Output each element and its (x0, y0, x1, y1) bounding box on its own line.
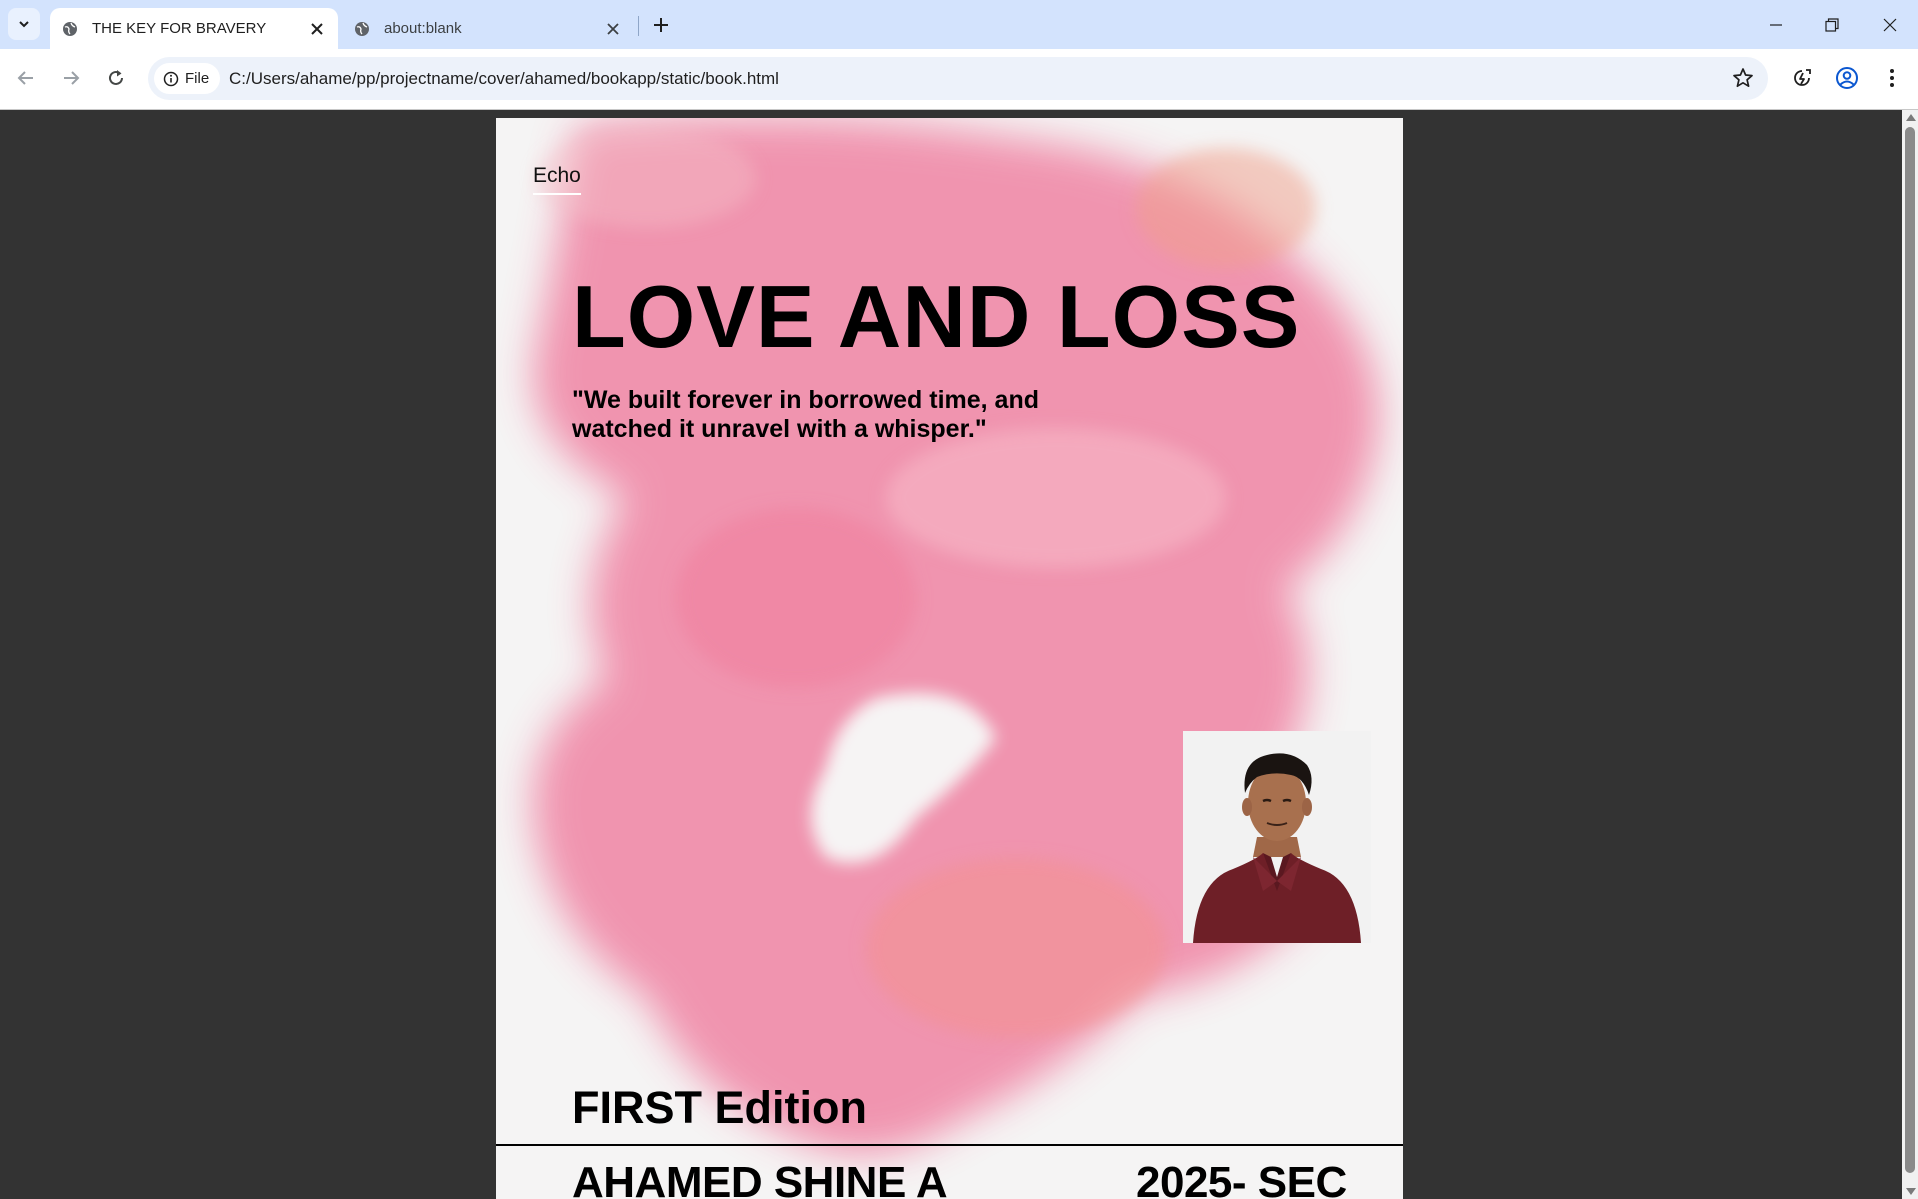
page-viewport: Echo LOVE AND LOSS "We built forever in … (0, 110, 1902, 1199)
tab-title: THE KEY FOR BRAVERY (92, 20, 267, 37)
author-name: AHAMED SHINE A (572, 1158, 948, 1199)
globe-icon (62, 21, 78, 37)
kebab-menu-icon (1890, 69, 1894, 87)
forward-button[interactable] (54, 61, 88, 95)
arrow-left-icon (17, 71, 33, 85)
address-bar[interactable]: File C:/Users/ahame/pp/projectname/cover… (148, 57, 1768, 100)
site-info-label: File (185, 70, 210, 87)
site-info-chip[interactable]: File (154, 63, 221, 94)
scroll-down-arrow-icon[interactable] (1906, 1188, 1916, 1195)
new-tab-button[interactable] (647, 11, 675, 39)
bookmark-star-icon[interactable] (1732, 67, 1754, 89)
arrow-right-icon (64, 71, 80, 85)
restore-icon (1825, 17, 1839, 32)
close-icon (1883, 18, 1897, 31)
globe-icon (354, 21, 370, 37)
chevron-down-icon (19, 21, 29, 28)
performance-icon (1794, 69, 1811, 86)
plus-icon (654, 18, 668, 32)
tab-separator (638, 16, 639, 36)
url-text[interactable]: C:/Users/ahame/pp/projectname/cover/aham… (229, 57, 779, 100)
book-tagline: "We built forever in borrowed time, and … (572, 386, 1040, 443)
scrollbar-thumb[interactable] (1905, 127, 1915, 1173)
publication-year: 2025- SEC (1136, 1158, 1347, 1199)
info-icon (163, 71, 179, 87)
account-icon (1836, 67, 1858, 89)
author-photo (1183, 731, 1371, 943)
tab-search-button[interactable] (8, 8, 40, 40)
close-tab-icon[interactable] (602, 18, 624, 40)
book-cover: Echo LOVE AND LOSS "We built forever in … (496, 118, 1403, 1199)
back-button[interactable] (9, 61, 43, 95)
minimize-button[interactable] (1748, 0, 1804, 49)
minimize-icon (1770, 23, 1782, 26)
reload-button[interactable] (99, 61, 133, 95)
restore-button[interactable] (1804, 0, 1860, 49)
series-name: Echo (533, 164, 581, 195)
reload-icon (109, 70, 123, 85)
page-scrollbar[interactable] (1902, 110, 1918, 1199)
menu-button[interactable] (1875, 61, 1909, 95)
profile-button[interactable] (1830, 61, 1864, 95)
edition-label: FIRST Edition (572, 1082, 867, 1133)
close-tab-icon[interactable] (306, 18, 328, 40)
scroll-up-arrow-icon[interactable] (1906, 114, 1916, 121)
tab-strip: THE KEY FOR BRAVERY about:blank (0, 0, 1918, 49)
extension-button[interactable] (1785, 61, 1819, 95)
tab-title: about:blank (384, 20, 462, 37)
browser-toolbar: File C:/Users/ahame/pp/projectname/cover… (0, 49, 1918, 110)
tab-active[interactable]: THE KEY FOR BRAVERY (50, 8, 338, 49)
footer-divider (496, 1144, 1403, 1146)
tab-inactive[interactable]: about:blank (342, 8, 634, 49)
close-window-button[interactable] (1862, 0, 1918, 49)
book-title: LOVE AND LOSS (572, 267, 1301, 366)
